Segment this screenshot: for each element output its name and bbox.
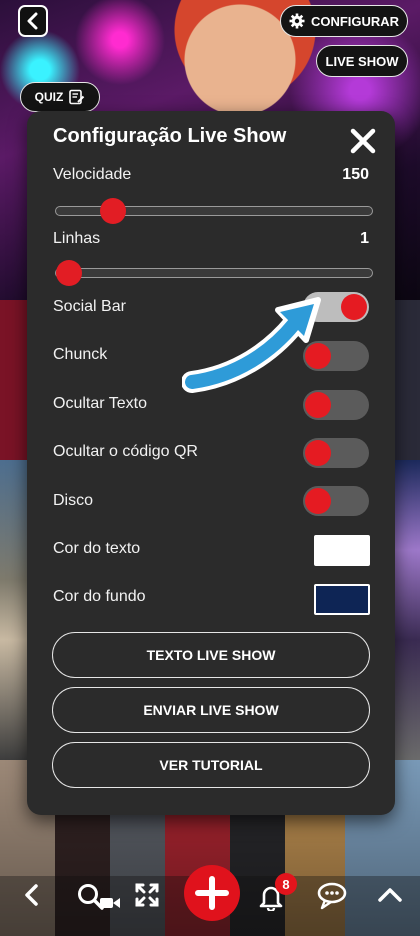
chevron-left-icon <box>27 12 38 30</box>
texto-live-show-button[interactable]: TEXTO LIVE SHOW <box>52 632 370 678</box>
chevron-left-icon <box>25 884 38 906</box>
plus-icon <box>195 876 229 910</box>
disco-label: Disco <box>53 492 94 509</box>
gear-icon <box>289 13 305 29</box>
cor-texto-swatch[interactable] <box>314 535 370 566</box>
add-button[interactable] <box>184 865 240 921</box>
close-button[interactable] <box>349 127 377 155</box>
live-show-settings-modal: Configuração Live Show Velocidade 150 Li… <box>27 111 395 815</box>
expand-up-button[interactable] <box>374 880 406 910</box>
chat-icon <box>317 882 347 910</box>
cor-fundo-swatch[interactable] <box>314 584 370 615</box>
linhas-slider-thumb[interactable] <box>55 260 82 286</box>
linhas-label: Linhas <box>53 230 101 247</box>
notification-count-badge: 8 <box>275 873 297 895</box>
live-show-label: LIVE SHOW <box>325 53 399 69</box>
ocultar-qr-toggle[interactable] <box>303 438 369 468</box>
social-bar-label: Social Bar <box>53 298 126 315</box>
velocidade-label: Velocidade <box>53 166 132 183</box>
modal-title: Configuração Live Show <box>53 125 287 147</box>
ocultar-qr-label: Ocultar o código QR <box>53 443 198 460</box>
close-icon <box>350 128 376 154</box>
chevron-up-icon <box>378 888 402 902</box>
ocultar-texto-label: Ocultar Texto <box>53 395 147 412</box>
background-photo-left <box>0 460 30 760</box>
configurar-label: CONFIGURAR <box>310 13 400 29</box>
disco-toggle[interactable] <box>303 486 369 516</box>
toggle-knob <box>341 294 367 320</box>
toggle-knob <box>305 488 331 514</box>
chat-button[interactable] <box>316 880 352 912</box>
quiz-label: QUIZ <box>34 90 64 104</box>
search-video-button[interactable] <box>68 878 128 914</box>
live-show-button[interactable]: LIVE SHOW <box>316 45 408 77</box>
back-button[interactable] <box>18 5 48 37</box>
enviar-live-show-button[interactable]: ENVIAR LIVE SHOW <box>52 687 370 733</box>
edit-note-icon <box>69 89 85 105</box>
linhas-value: 1 <box>360 230 369 247</box>
velocidade-slider[interactable] <box>55 198 373 224</box>
ver-tutorial-button[interactable]: VER TUTORIAL <box>52 742 370 788</box>
previous-button[interactable] <box>16 880 46 910</box>
linhas-slider[interactable] <box>55 260 373 286</box>
velocidade-slider-thumb[interactable] <box>100 198 127 224</box>
pointer-arrow-icon <box>182 297 321 393</box>
chunck-label: Chunck <box>53 346 108 363</box>
quiz-button[interactable]: QUIZ <box>20 82 100 112</box>
toggle-knob <box>305 440 331 466</box>
configurar-button[interactable]: CONFIGURAR <box>280 5 408 37</box>
video-camera-icon <box>100 898 120 908</box>
cor-texto-label: Cor do texto <box>53 540 141 557</box>
expand-icon <box>135 883 159 907</box>
fullscreen-button[interactable] <box>132 880 162 910</box>
cor-fundo-label: Cor do fundo <box>53 588 146 605</box>
velocidade-value: 150 <box>342 166 369 183</box>
